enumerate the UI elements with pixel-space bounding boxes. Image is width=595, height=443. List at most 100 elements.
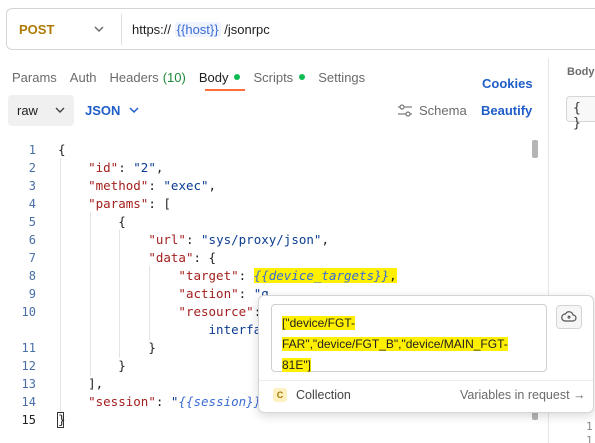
schema-button[interactable]: Schema: [397, 103, 467, 118]
tab-label: Auth: [69, 69, 97, 85]
brace: {: [118, 214, 126, 229]
code-line: "session": "{{session}}": [88, 394, 269, 409]
line-number: 7: [28, 251, 36, 265]
code-line: "resource":: [58, 304, 269, 319]
chevron-down-icon: [129, 107, 139, 114]
right-panel-line-numbers: 1 1: [586, 420, 593, 443]
tab-params[interactable]: Params: [12, 67, 57, 87]
line-number: 1: [586, 434, 593, 443]
active-tab-indicator: [205, 89, 245, 91]
beautify-button[interactable]: Beautify: [481, 103, 532, 118]
brace: }: [118, 358, 126, 373]
cookies-link[interactable]: Cookies: [482, 76, 533, 91]
code-line: "method": "exec",: [88, 178, 217, 193]
status-dot: [234, 74, 241, 80]
bracket: [: [163, 196, 171, 211]
url-prefix: https://: [132, 22, 172, 37]
divider: [121, 14, 122, 45]
collection-icon: C: [273, 388, 287, 402]
line-number: 1: [28, 143, 36, 157]
tab-label: Scripts: [253, 69, 294, 85]
url-suffix: /jsonrpc: [224, 22, 270, 37]
variable-value[interactable]: ["device/FGT- FAR","device/FGT_B","devic…: [282, 313, 542, 376]
tab-label: Params: [12, 69, 57, 85]
value-line: ["device/FGT-: [282, 316, 355, 330]
url-input[interactable]: https:// {{host}} /jsonrpc: [132, 22, 270, 37]
code-line: "id": "2",: [88, 160, 164, 175]
tab-label: Settings: [318, 69, 366, 85]
json-value: "exec": [163, 178, 209, 193]
code-line: }: [58, 358, 126, 373]
language-select[interactable]: JSON: [85, 103, 139, 118]
line-number: 13: [21, 377, 36, 391]
cloud-sync-button[interactable]: [556, 305, 582, 329]
language-label: JSON: [85, 103, 121, 118]
line-number: 8: [28, 269, 36, 283]
line-number: 4: [28, 197, 36, 211]
line-number: 3: [28, 179, 36, 193]
line-number: 15: [21, 413, 36, 427]
variable-highlight[interactable]: {{device_targets}},: [253, 268, 397, 283]
url-bar: POST https:// {{host}} /jsonrpc: [6, 8, 595, 50]
variable-token[interactable]: {{session}}: [178, 394, 261, 409]
schema-icon: [398, 103, 412, 117]
cloud-sync-icon: [561, 311, 577, 322]
line-number: 11: [21, 341, 36, 355]
body-mode-label: raw: [17, 103, 38, 118]
json-key: "action": [178, 286, 239, 301]
chevron-down-icon[interactable]: [91, 21, 107, 37]
brace: }: [148, 340, 156, 355]
value-line: 81E"]: [282, 358, 311, 372]
line-number: 1: [586, 420, 593, 433]
tab-auth[interactable]: Auth: [70, 67, 97, 87]
request-tabs: Params Auth Headers (10) Body Scripts Set…: [12, 67, 378, 87]
tab-body[interactable]: Body: [199, 67, 241, 87]
json-value: "sys/proxy/json": [201, 232, 322, 247]
brace: {: [58, 142, 66, 157]
scope-label: Collection: [296, 388, 351, 402]
code-line: interfac: [58, 322, 269, 337]
method-select[interactable]: POST: [19, 22, 54, 37]
tab-settings[interactable]: Settings: [318, 67, 365, 87]
json-key: "target": [178, 268, 239, 283]
bracket: ],: [88, 376, 104, 391]
code-line: "params": [: [88, 196, 171, 211]
url-variable[interactable]: {{host}}: [174, 22, 221, 37]
line-number: 2: [28, 161, 36, 175]
code-line: }: [58, 340, 156, 355]
status-dot: [299, 74, 306, 80]
divider: [259, 380, 593, 381]
line-number: 6: [28, 233, 36, 247]
line-number: 9: [28, 287, 36, 301]
json-key: "method": [88, 178, 149, 193]
json-key: "session": [88, 394, 156, 409]
chevron-down-icon: [55, 107, 65, 113]
line-number: 5: [28, 215, 36, 229]
line-number: 12: [21, 359, 36, 373]
body-mode-select[interactable]: raw: [8, 95, 74, 126]
json-key: "resource": [178, 304, 254, 319]
right-panel-title: Body: [567, 66, 595, 78]
json-key: "params": [88, 196, 149, 211]
json-value: "2": [133, 160, 156, 175]
scrollbar[interactable]: [532, 140, 538, 158]
tab-label: Headers: [109, 69, 159, 85]
json-key: "id": [88, 160, 119, 175]
code-line: "target": {{device_targets}},: [178, 268, 397, 283]
value-line: FAR","device/FGT_B","device/MAIN_FGT-: [282, 337, 508, 351]
json-view-button[interactable]: { }: [566, 96, 595, 131]
schema-label: Schema: [419, 103, 467, 118]
tab-headers[interactable]: Headers (10): [110, 67, 186, 87]
variables-in-request-link[interactable]: Variables in request →: [460, 388, 586, 402]
code-line: {: [58, 142, 66, 157]
json-key: "url": [148, 232, 186, 247]
headers-count: (10): [162, 69, 186, 85]
code-line: {: [58, 214, 126, 229]
json-key: "data": [148, 250, 194, 265]
text-cursor: [57, 412, 64, 428]
variable-token[interactable]: {{device_targets}}: [254, 268, 389, 283]
brace: {: [208, 250, 217, 265]
code-line: ],: [58, 376, 103, 391]
tab-scripts[interactable]: Scripts: [253, 67, 306, 87]
variable-value-field[interactable]: ["device/FGT- FAR","device/FGT_B","devic…: [271, 304, 547, 372]
